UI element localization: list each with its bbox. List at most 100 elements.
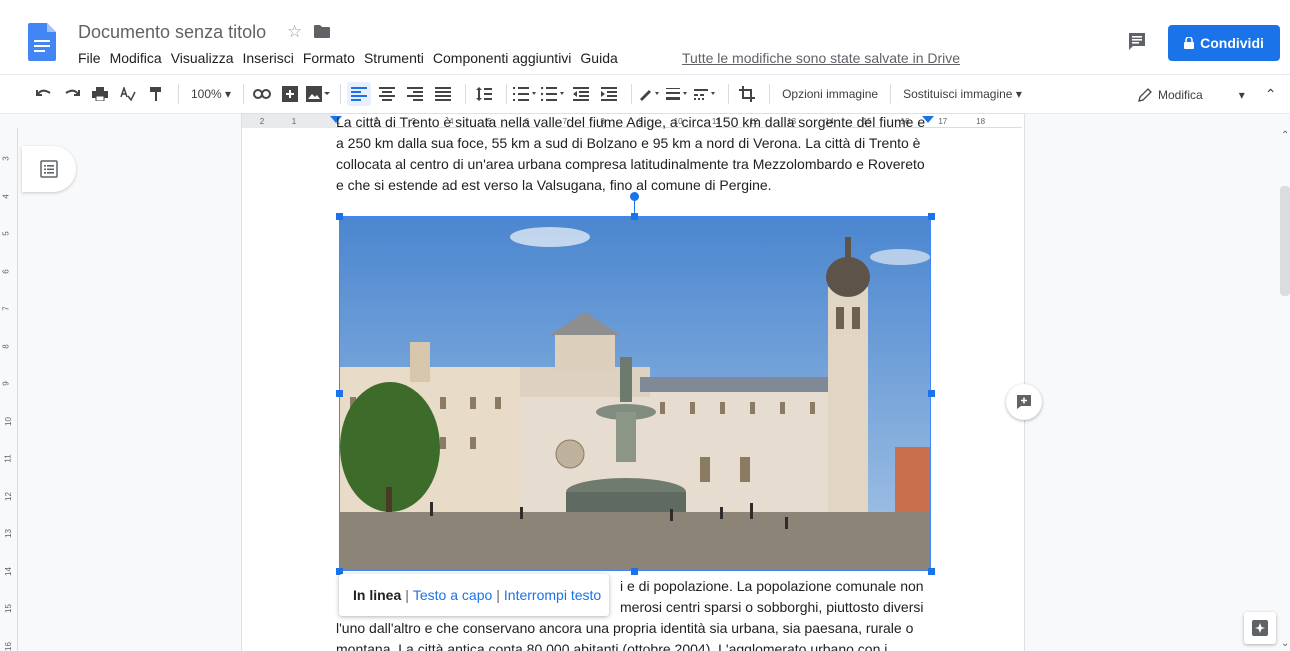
add-comment-button[interactable] [1006, 384, 1042, 420]
text-line: l'uno dall'altro e che conservano ancora… [336, 620, 914, 636]
add-comment-icon [1017, 395, 1031, 409]
outline-icon [40, 160, 58, 178]
divider [178, 84, 179, 104]
insert-image-icon[interactable] [306, 82, 331, 106]
image-options-button[interactable]: Opzioni immagine [782, 87, 878, 101]
menu-file[interactable]: File [78, 50, 101, 66]
explore-button[interactable] [1244, 612, 1276, 644]
ruler-tick-label: 16 [3, 641, 13, 651]
collapse-toolbar-icon[interactable]: ⌃ [1265, 86, 1277, 103]
image-wrap-popup: In linea | Testo a capo | Interrompi tes… [339, 574, 609, 616]
divider [631, 84, 633, 104]
spellcheck-icon[interactable] [116, 82, 140, 106]
resize-handle-t[interactable] [631, 213, 638, 220]
ruler-tick-label: 8 [1, 343, 11, 349]
align-center-icon[interactable] [375, 82, 399, 106]
divider [769, 84, 771, 104]
separator: | [405, 587, 409, 603]
title-bar: Documento senza titolo ☆ File Modifica V… [0, 0, 1290, 74]
document-outline-button[interactable] [22, 146, 76, 192]
align-justify-icon[interactable] [431, 82, 455, 106]
ruler-tick-label: 17 [938, 117, 947, 126]
paragraph[interactable]: La città di Trento è situata nella valle… [336, 112, 930, 196]
vertical-ruler[interactable]: 3 4 5 6 7 8 9 10 11 12 13 14 15 16 [0, 128, 18, 651]
paint-format-icon[interactable] [144, 82, 168, 106]
docs-logo-icon[interactable] [28, 23, 56, 61]
bulleted-list-icon[interactable] [541, 82, 565, 106]
pencil-icon [1138, 87, 1152, 102]
ruler-tick-label: 1 [292, 117, 297, 126]
ruler-tick-label: 14 [3, 566, 13, 576]
increase-indent-icon[interactable] [597, 82, 621, 106]
menu-visualizza[interactable]: Visualizza [171, 50, 234, 66]
folder-icon[interactable] [314, 25, 330, 38]
ruler-tick-label: 6 [1, 268, 11, 274]
resize-handle-r[interactable] [928, 390, 935, 397]
link-icon[interactable] [250, 82, 274, 106]
ruler-tick-label: 7 [1, 306, 11, 311]
scrollbar-thumb[interactable] [1280, 186, 1290, 296]
divider [465, 84, 467, 104]
divider [506, 84, 508, 104]
wrap-inline-option[interactable]: In linea [353, 587, 401, 603]
resize-handle-l[interactable] [336, 390, 343, 397]
menu-componenti[interactable]: Componenti aggiuntivi [433, 50, 572, 66]
redo-icon[interactable] [60, 82, 84, 106]
border-weight-icon[interactable] [666, 82, 690, 106]
trento-cathedral-photo [340, 217, 930, 570]
divider [890, 84, 892, 104]
comments-icon[interactable] [1126, 30, 1148, 52]
selected-image[interactable] [339, 216, 931, 571]
star-icon[interactable]: ☆ [287, 22, 302, 42]
wrap-text-option[interactable]: Testo a capo [413, 587, 492, 603]
ruler-tick-label: 12 [3, 491, 13, 501]
ruler-tick-label: 9 [1, 381, 11, 386]
ruler-tick-label: 4 [1, 193, 11, 199]
edit-mode-label: Modifica [1158, 87, 1203, 102]
share-button[interactable]: Condividi [1168, 25, 1280, 61]
resize-handle-br[interactable] [928, 568, 935, 575]
resize-handle-tl[interactable] [336, 213, 343, 220]
zoom-select[interactable]: 100% ▾ [191, 87, 231, 101]
border-dash-icon[interactable] [694, 82, 718, 106]
chevron-down-icon: ▾ [1238, 87, 1245, 102]
line-spacing-icon[interactable] [472, 82, 496, 106]
align-right-icon[interactable] [403, 82, 427, 106]
insert-comment-icon[interactable] [278, 82, 302, 106]
menu-strumenti[interactable]: Strumenti [364, 50, 424, 66]
ruler-tick-label: 18 [976, 117, 985, 126]
share-label: Condividi [1200, 35, 1264, 51]
ruler-tick-label: 13 [3, 529, 13, 538]
menu-bar: File Modifica Visualizza Inserisci Forma… [78, 50, 627, 66]
menu-guida[interactable]: Guida [580, 50, 617, 66]
text-line: montana. La città antica conta 80 000 ab… [336, 641, 888, 651]
print-icon[interactable] [88, 82, 112, 106]
divider [340, 84, 342, 104]
resize-handle-b[interactable] [631, 568, 638, 575]
ruler-tick-label: 2 [260, 117, 265, 126]
ruler-tick-label: 3 [1, 156, 11, 161]
zoom-value: 100% [191, 87, 222, 101]
doc-title[interactable]: Documento senza titolo [78, 22, 266, 43]
scroll-up-icon[interactable]: ⌃ [1281, 130, 1289, 141]
numbered-list-icon[interactable] [513, 82, 537, 106]
menu-modifica[interactable]: Modifica [110, 50, 162, 66]
scroll-down-icon[interactable]: ⌄ [1281, 638, 1289, 649]
undo-icon[interactable] [32, 82, 56, 106]
toolbar: 100% ▾ Opzioni immagine Sostituisci imma… [0, 74, 1290, 114]
align-left-icon[interactable] [347, 82, 372, 106]
menu-formato[interactable]: Formato [303, 50, 355, 66]
explore-icon [1252, 620, 1268, 636]
decrease-indent-icon[interactable] [569, 82, 593, 106]
border-color-icon[interactable] [638, 82, 662, 106]
crop-icon[interactable] [735, 82, 759, 106]
divider [243, 84, 245, 104]
break-text-option[interactable]: Interrompi testo [504, 587, 601, 603]
separator: | [496, 587, 500, 603]
resize-handle-tr[interactable] [928, 213, 935, 220]
saved-status-link[interactable]: Tutte le modifiche sono state salvate in… [682, 50, 960, 66]
edit-mode-select[interactable]: Modifica ▾ ⌃ [1138, 86, 1276, 103]
rotate-handle[interactable] [630, 192, 639, 201]
replace-image-menu[interactable]: Sostituisci immagine ▾ [903, 87, 1022, 101]
menu-inserisci[interactable]: Inserisci [242, 50, 293, 66]
